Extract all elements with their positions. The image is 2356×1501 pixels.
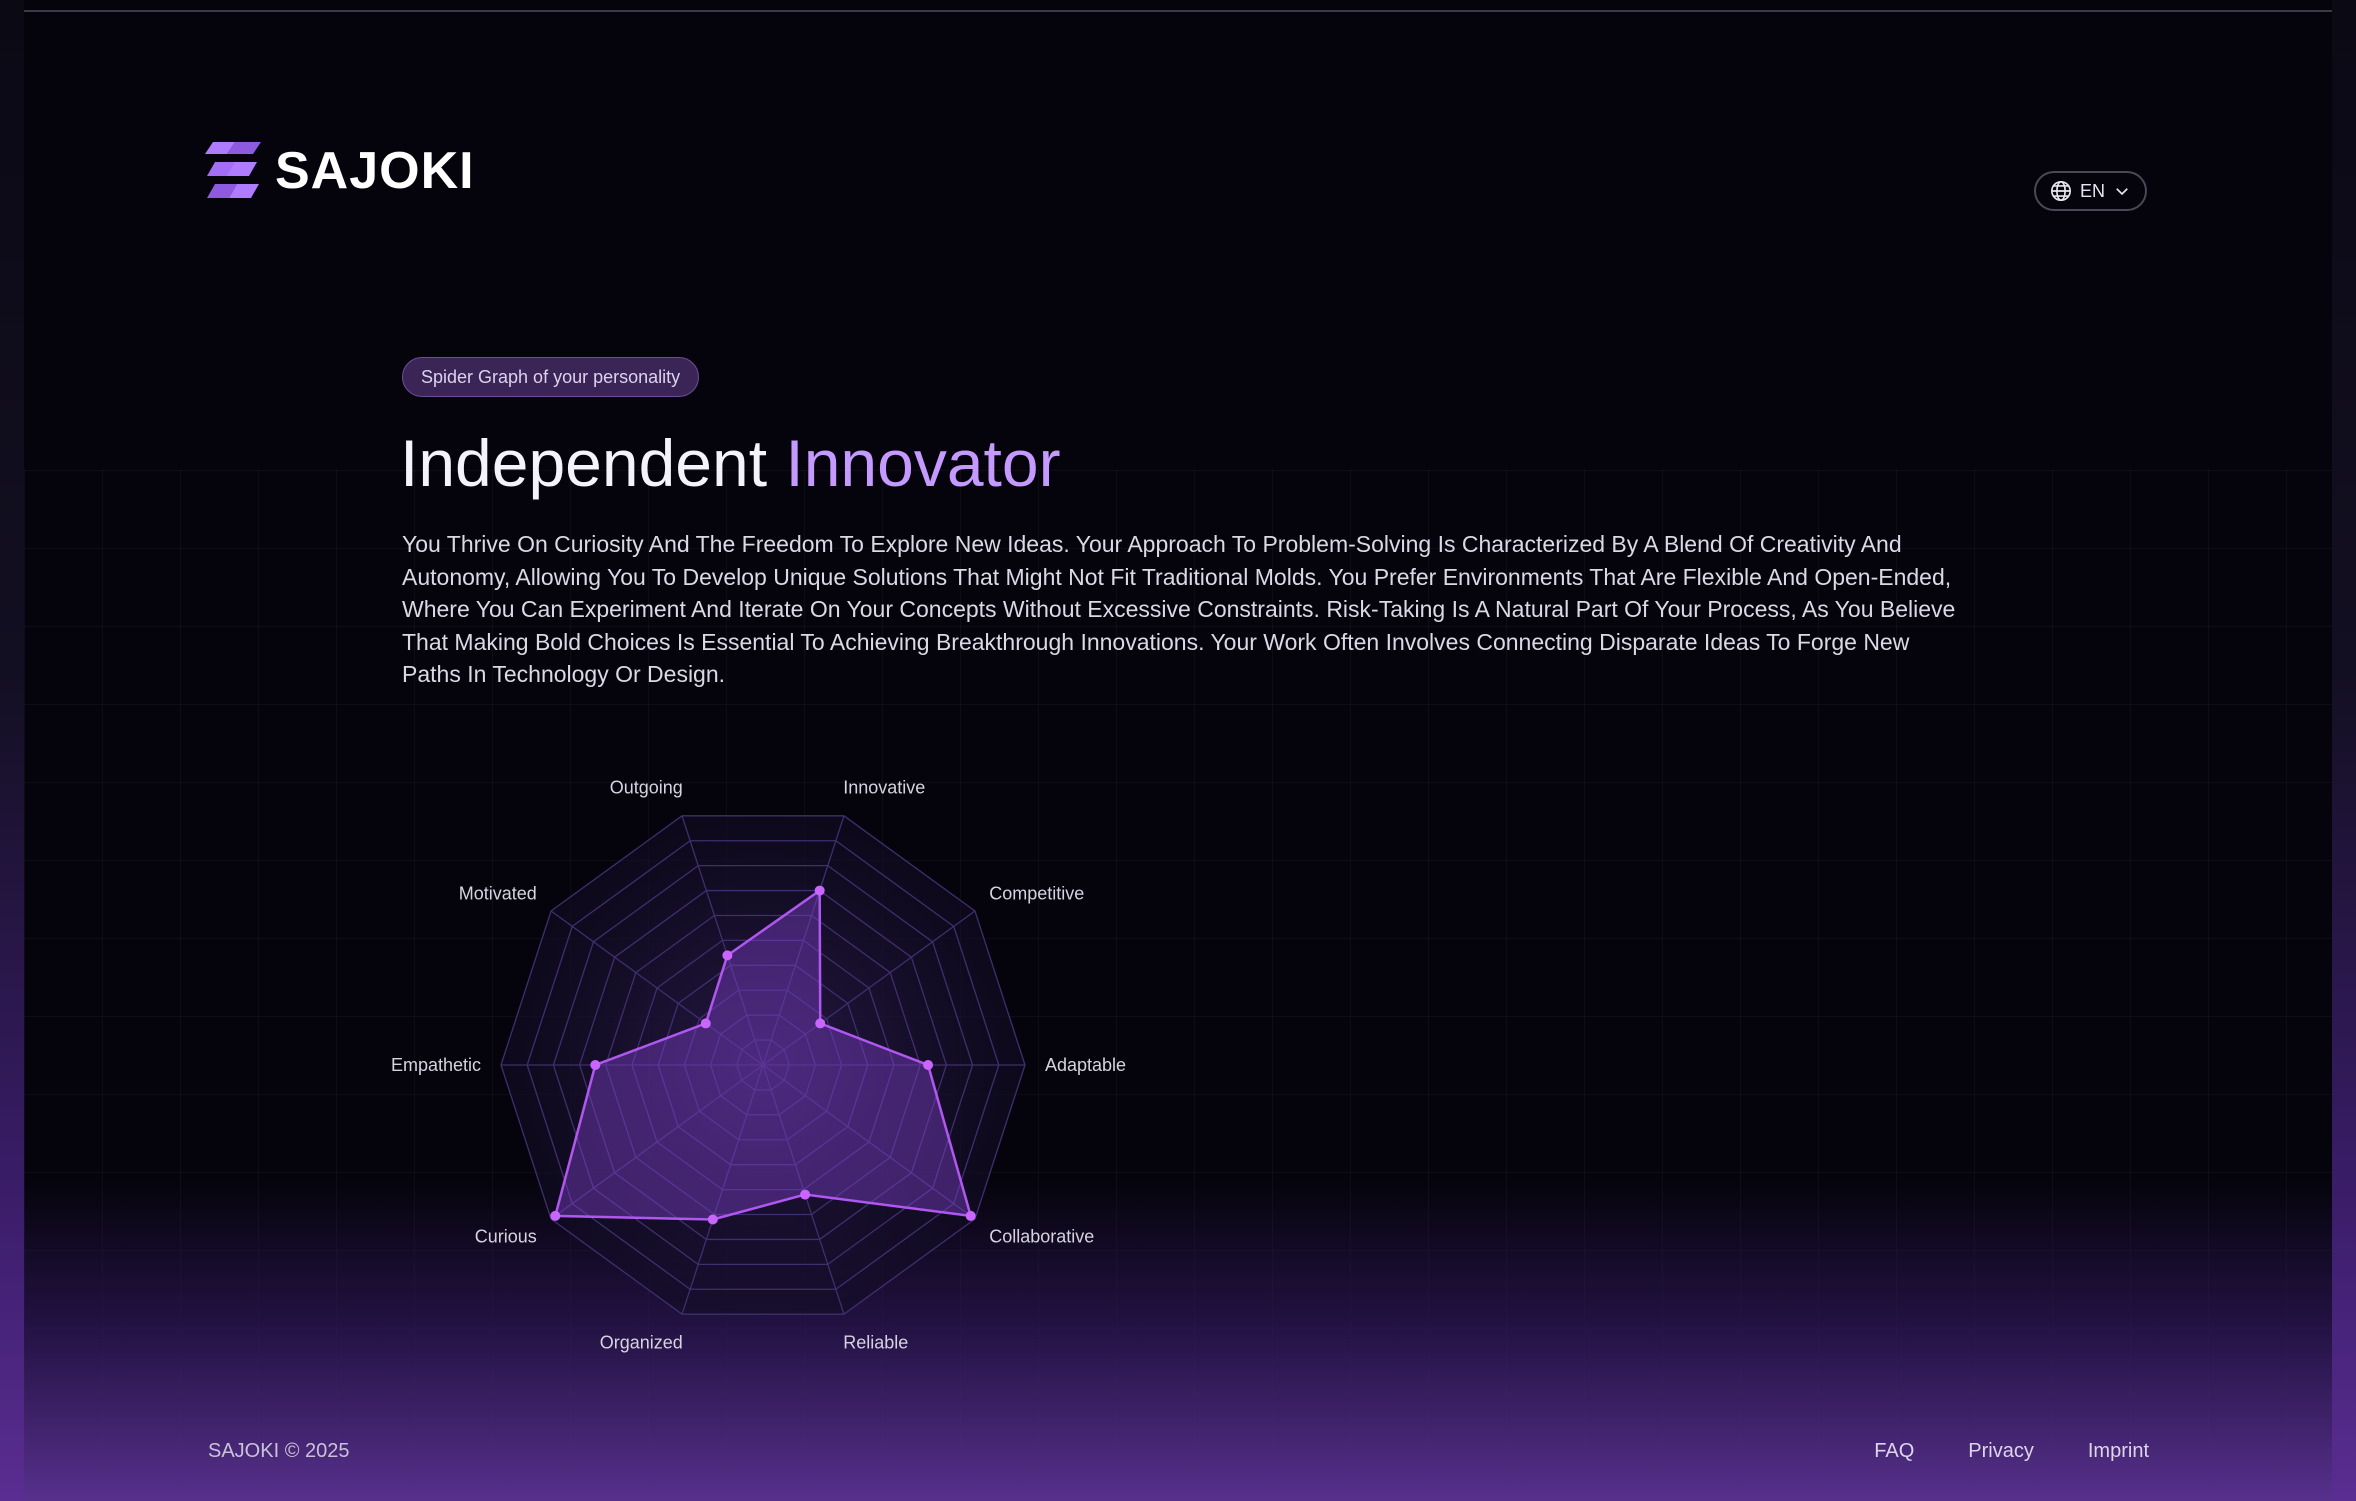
radar-label-innovative: Innovative: [843, 777, 925, 797]
footer-link-privacy[interactable]: Privacy: [1968, 1440, 2034, 1463]
radar-point-motivated: [700, 1018, 711, 1029]
chevron-down-icon: [2116, 188, 2128, 196]
radar-label-curious: Curious: [475, 1227, 537, 1247]
language-selector[interactable]: EN: [2034, 171, 2147, 211]
title-accent: Innovator: [785, 426, 1061, 500]
radar-point-collaborative: [965, 1210, 976, 1221]
brand-name: SAJOKI: [275, 142, 475, 200]
radar-point-organized: [707, 1214, 718, 1225]
radar-point-empathetic: [590, 1060, 601, 1070]
radar-label-competitive: Competitive: [989, 883, 1084, 903]
footer-links: FAQ Privacy Imprint: [1874, 1440, 2149, 1463]
footer-copyright: SAJOKI © 2025: [208, 1440, 350, 1462]
radar-label-adaptable: Adaptable: [1045, 1055, 1126, 1075]
radar-point-adaptable: [923, 1060, 934, 1070]
radar-point-curious: [550, 1210, 561, 1221]
radar-label-organized: Organized: [600, 1333, 683, 1353]
radar-label-outgoing: Outgoing: [610, 777, 683, 797]
right-edge: [2332, 0, 2356, 1501]
radar-label-motivated: Motivated: [459, 883, 537, 903]
radar-point-innovative: [814, 885, 825, 896]
spider-graph: Innovative Competitive Adaptable Collaborat…: [391, 777, 1126, 1353]
sajoki-logo-icon: [205, 142, 261, 198]
title-main: Independent: [400, 426, 768, 500]
radar-label-reliable: Reliable: [843, 1333, 908, 1353]
brand-logo[interactable]: SAJOKI: [205, 140, 475, 202]
radar-point-reliable: [800, 1189, 811, 1200]
top-divider: [24, 10, 2332, 12]
personality-description: You Thrive On Curiosity And The Freedom …: [402, 531, 1956, 687]
section-tag: Spider Graph of your personality: [402, 357, 700, 397]
radar-label-collaborative: Collaborative: [989, 1227, 1094, 1247]
footer-link-imprint[interactable]: Imprint: [2088, 1440, 2149, 1463]
language-label: EN: [2079, 180, 2105, 201]
left-edge: [0, 0, 24, 1501]
radar-point-competitive: [815, 1018, 826, 1029]
radar-label-empathetic: Empathetic: [391, 1055, 481, 1075]
page-title: Independent Innovator: [400, 425, 1061, 501]
footer-link-faq[interactable]: FAQ: [1874, 1440, 1914, 1463]
globe-icon: [2050, 181, 2071, 201]
radar-point-outgoing: [722, 950, 733, 961]
